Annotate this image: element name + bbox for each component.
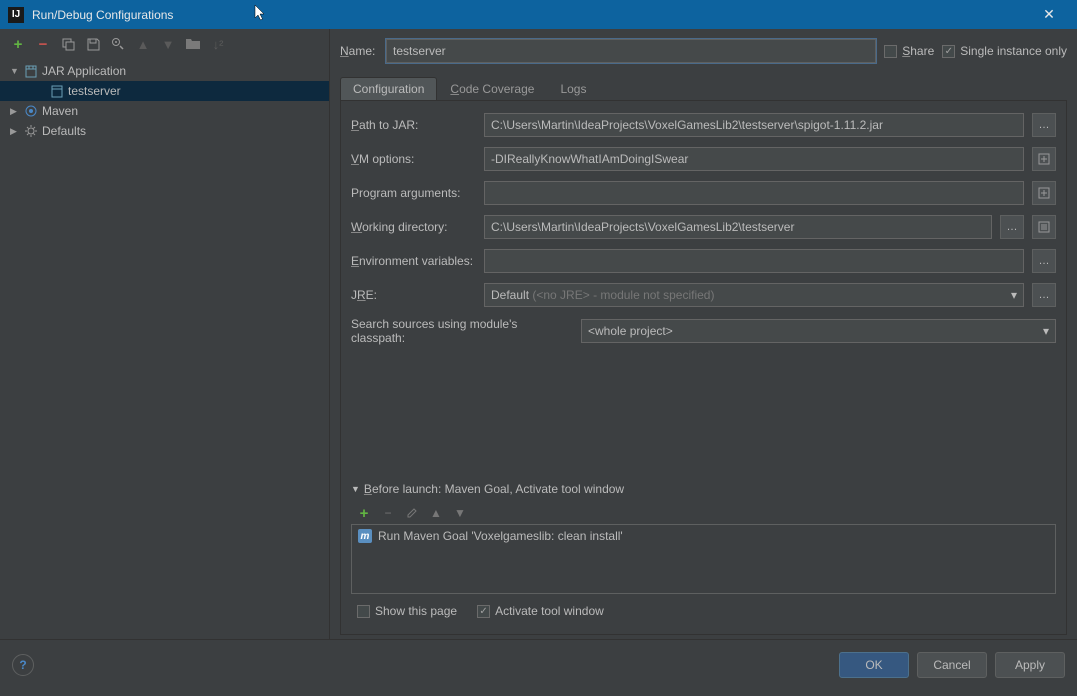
vm-label: VM options: — [351, 152, 476, 166]
list-item-label: Run Maven Goal 'Voxelgameslib: clean ins… — [378, 529, 623, 543]
maven-icon — [22, 103, 40, 119]
checkbox-icon — [477, 605, 490, 618]
expand-icon: ▼ — [10, 66, 22, 76]
single-instance-label: Single instance only — [960, 44, 1067, 58]
maven-icon: m — [358, 529, 372, 543]
chevron-down-icon: ▾ — [1011, 288, 1017, 302]
move-up-icon[interactable]: ▲ — [429, 506, 443, 520]
expand-icon: ▶ — [10, 126, 22, 137]
list-item[interactable]: m Run Maven Goal 'Voxelgameslib: clean i… — [352, 525, 1055, 547]
list-button[interactable] — [1032, 215, 1056, 239]
before-launch-list: m Run Maven Goal 'Voxelgameslib: clean i… — [351, 524, 1056, 594]
vm-input[interactable] — [484, 147, 1024, 171]
config-tree: ▼ JAR Application testserver ▶ Maven — [0, 59, 329, 639]
tabs: Configuration Code Coverage Logs — [340, 77, 1067, 101]
tree-toolbar: + − ▲ ▼ ↓² — [0, 29, 329, 59]
before-launch-toolbar: + − ▲ ▼ — [351, 502, 1056, 524]
right-pane: Name: Share Single instance only Configu… — [330, 29, 1077, 639]
remove-icon[interactable]: − — [35, 36, 51, 52]
jre-label: JRE: — [351, 288, 476, 302]
name-input[interactable] — [386, 39, 876, 63]
help-button[interactable]: ? — [12, 654, 34, 676]
show-page-label: Show this page — [375, 604, 457, 618]
move-down-icon[interactable]: ▼ — [453, 506, 467, 520]
add-icon[interactable]: + — [357, 506, 371, 520]
sort-icon[interactable]: ↓² — [210, 36, 226, 52]
show-page-checkbox[interactable]: Show this page — [357, 604, 457, 618]
add-icon[interactable]: + — [10, 36, 26, 52]
tree-label: JAR Application — [40, 64, 126, 78]
tree-node-jar-application[interactable]: ▼ JAR Application — [0, 61, 329, 81]
edit-icon[interactable] — [405, 506, 419, 520]
close-button[interactable]: ✕ — [1029, 0, 1069, 29]
before-launch-header[interactable]: ▼ Before launch: Maven Goal, Activate to… — [351, 482, 1056, 496]
single-instance-checkbox[interactable]: Single instance only — [942, 44, 1067, 58]
search-select[interactable]: <whole project> ▾ — [581, 319, 1056, 343]
path-input[interactable] — [484, 113, 1024, 137]
tab-logs[interactable]: Logs — [547, 77, 599, 100]
app-icon: IJ — [8, 7, 24, 23]
checkbox-icon — [357, 605, 370, 618]
share-checkbox[interactable]: Share — [884, 44, 934, 58]
args-label: Program arguments: — [351, 186, 476, 200]
tree-label: Maven — [40, 104, 78, 118]
checkbox-icon — [942, 45, 955, 58]
window-title: Run/Debug Configurations — [32, 8, 1029, 22]
expand-icon: ▶ — [10, 106, 22, 117]
tree-node-maven[interactable]: ▶ Maven — [0, 101, 329, 121]
move-up-icon[interactable]: ▲ — [135, 36, 151, 52]
tree-label: Defaults — [40, 124, 86, 138]
left-pane: + − ▲ ▼ ↓² ▼ JAR Appli — [0, 29, 330, 639]
expand-button[interactable] — [1032, 147, 1056, 171]
jar-icon — [22, 63, 40, 79]
folder-icon[interactable] — [185, 36, 201, 52]
ok-button[interactable]: OK — [839, 652, 909, 678]
jar-icon — [48, 83, 66, 99]
search-label: Search sources using module's classpath: — [351, 317, 573, 345]
browse-button[interactable]: … — [1032, 249, 1056, 273]
titlebar: IJ Run/Debug Configurations ✕ — [0, 0, 1077, 29]
activate-window-checkbox[interactable]: Activate tool window — [477, 604, 604, 618]
expand-button[interactable] — [1032, 181, 1056, 205]
jre-select[interactable]: Default (<no JRE> - module not specified… — [484, 283, 1024, 307]
args-input[interactable] — [484, 181, 1024, 205]
name-label: Name: — [340, 44, 378, 58]
chevron-down-icon: ▾ — [1043, 324, 1049, 338]
path-label: Path to JAR: — [351, 118, 476, 132]
tree-node-defaults[interactable]: ▶ Defaults — [0, 121, 329, 141]
move-down-icon[interactable]: ▼ — [160, 36, 176, 52]
browse-button[interactable]: … — [1000, 215, 1024, 239]
env-input[interactable] — [484, 249, 1024, 273]
checkbox-icon — [884, 45, 897, 58]
cancel-button[interactable]: Cancel — [917, 652, 987, 678]
before-launch-section: ▼ Before launch: Maven Goal, Activate to… — [351, 482, 1056, 622]
copy-icon[interactable] — [60, 36, 76, 52]
apply-button[interactable]: Apply — [995, 652, 1065, 678]
collapse-icon: ▼ — [351, 484, 360, 494]
tab-configuration[interactable]: Configuration — [340, 77, 437, 100]
tree-node-testserver[interactable]: testserver — [0, 81, 329, 101]
browse-button[interactable]: … — [1032, 283, 1056, 307]
wd-label: Working directory: — [351, 220, 476, 234]
share-label: Share — [902, 44, 934, 58]
browse-button[interactable]: … — [1032, 113, 1056, 137]
tree-label: testserver — [66, 84, 121, 98]
tab-code-coverage[interactable]: Code Coverage — [437, 77, 547, 100]
save-icon[interactable] — [85, 36, 101, 52]
config-form: Path to JAR: … VM options: Program argum… — [340, 101, 1067, 635]
wd-input[interactable] — [484, 215, 992, 239]
settings-icon[interactable] — [110, 36, 126, 52]
env-label: Environment variables: — [351, 254, 476, 268]
settings-icon — [22, 123, 40, 139]
remove-icon[interactable]: − — [381, 506, 395, 520]
footer: ? OK Cancel Apply — [0, 639, 1077, 689]
activate-window-label: Activate tool window — [495, 604, 604, 618]
